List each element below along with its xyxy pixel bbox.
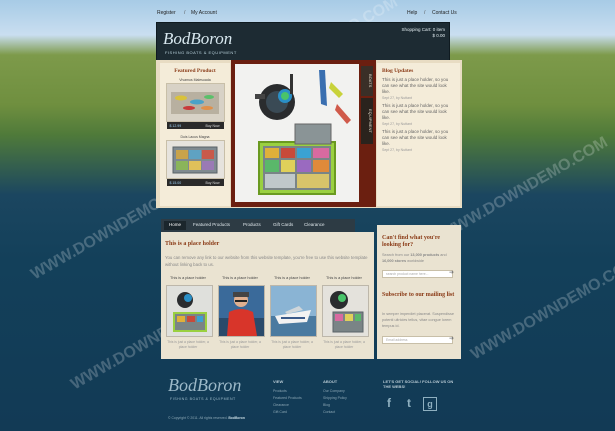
footer-about-heading: ABOUT: [323, 379, 338, 384]
card-image-tackle[interactable]: [166, 285, 213, 337]
footer-view-heading: VIEW: [273, 379, 284, 384]
copyright-link[interactable]: BodBoron: [228, 416, 245, 420]
subscribe-description: In semper imperdiet placerat. Suspendiss…: [382, 312, 454, 328]
contact-link[interactable]: Contact Us: [432, 10, 457, 16]
footer-social-heading: LET'S GET SOCIAL! FOLLOW US ON THE WEBS!: [383, 379, 454, 389]
card-image-fisherman[interactable]: [218, 285, 265, 337]
nav-item-products[interactable]: Products: [243, 222, 261, 227]
search-submit-icon[interactable]: ➜: [448, 270, 455, 277]
footer-link[interactable]: Products: [273, 389, 287, 393]
search-text: worldwide: [407, 259, 425, 263]
site-header: BodBoron FISHING BOATS & EQUIPMENT Shopp…: [156, 22, 450, 62]
google-plus-icon[interactable]: g: [423, 397, 437, 411]
footer-link[interactable]: Contact: [323, 410, 335, 414]
product-price-bar: $ 15.00 Buy Now: [166, 179, 224, 186]
card-caption: This is a place holder: [170, 276, 206, 280]
buy-now-button[interactable]: Buy Now: [205, 181, 219, 185]
facebook-icon[interactable]: f: [383, 397, 395, 409]
blog-post-meta: Sept 27, by Nuttant: [382, 148, 412, 152]
main-text: You can remove any link to our website f…: [165, 255, 368, 267]
blog-updates: Blog Updates This is just a place holder…: [377, 63, 460, 206]
product-image-lures[interactable]: [165, 83, 225, 122]
cart-total: $ 0.00: [432, 33, 445, 38]
product-price-bar: $ 12.99 Buy Now: [166, 122, 224, 129]
copyright: © Copyright © 2011. All rights reserved.…: [168, 416, 245, 420]
sidebar: Can't find what you're looking for? Sear…: [377, 225, 461, 359]
search-description: Search from our 13,000 products and 16,0…: [382, 252, 456, 264]
buy-now-button[interactable]: Buy Now: [205, 124, 219, 128]
fishing-gear-image: [235, 64, 359, 202]
card-footer: This is just a place holder, a place hol…: [323, 340, 365, 349]
product-price: $ 15.00: [169, 180, 182, 185]
lures-image: [166, 84, 224, 121]
footer-link[interactable]: Featured Products: [273, 396, 302, 400]
copyright-text: © Copyright © 2011. All rights reserved.: [168, 416, 228, 420]
card-footer: This is just a place holder, a place hol…: [219, 340, 261, 349]
product-price: $ 12.99: [169, 123, 182, 128]
watermark: WWW.DOWNDEMO.COM: [438, 133, 611, 244]
search-text: Search from our: [382, 253, 410, 257]
card-image-reel[interactable]: [322, 285, 369, 337]
register-link[interactable]: Register: [157, 10, 176, 16]
card-caption: This is a place holder: [326, 276, 362, 280]
site-logo[interactable]: BodBoron: [163, 29, 232, 49]
blog-post-meta: Sept 27, by Nuttant: [382, 122, 412, 126]
nav-item-clearance[interactable]: Clearance: [304, 222, 325, 227]
reel-image: [323, 286, 368, 336]
boat-image: [271, 286, 316, 336]
search-text-products: 13,000 products: [410, 253, 440, 257]
card-footer: This is just a place holder, a place hol…: [167, 340, 209, 349]
subscribe-title: Subscribe to our mailing list: [382, 292, 455, 298]
separator: /: [184, 10, 186, 16]
search-text: and: [440, 253, 447, 257]
footer-link[interactable]: Shipping Policy: [323, 396, 347, 400]
hero-image: [235, 64, 359, 202]
card-caption: This is a place holder: [274, 276, 310, 280]
main-title: This is a place holder: [165, 241, 220, 247]
footer-logo[interactable]: BodBoron: [168, 375, 241, 396]
search-input[interactable]: search product name here...: [382, 270, 453, 278]
tab-equipment[interactable]: EQUIPMENT: [361, 98, 373, 144]
product-name[interactable]: Vivamus Malesuada: [160, 78, 230, 82]
site-tagline: FISHING BOATS & EQUIPMENT: [165, 50, 237, 55]
footer-link[interactable]: Clearance: [273, 403, 289, 407]
card-image-boat[interactable]: [270, 285, 317, 337]
watermark: WWW.DOWNDEMO.COM: [468, 253, 615, 364]
tackle-image: [167, 286, 212, 336]
product-image-tackle[interactable]: [165, 140, 225, 179]
main-content: This is a place holder You can remove an…: [161, 232, 374, 359]
nav-item-home[interactable]: Home: [169, 222, 181, 227]
blog-post-text[interactable]: This is just a place holder, so you can …: [377, 77, 460, 95]
hero-slider: BOATS EQUIPMENT: [231, 60, 376, 207]
my-account-link[interactable]: My Account: [191, 10, 217, 16]
site-footer: BodBoron FISHING BOATS & EQUIPMENT VIEW …: [165, 375, 455, 425]
blog-post-text[interactable]: This is just a place holder, so you can …: [377, 129, 460, 147]
blog-post-meta: Sept 27, by Nuttant: [382, 96, 412, 100]
email-input[interactable]: Email address: [382, 336, 453, 344]
help-link[interactable]: Help: [407, 10, 417, 16]
card-caption: This is a place holder: [222, 276, 258, 280]
product-name[interactable]: Duis Lacus Magna: [160, 135, 230, 139]
search-text-stores: 16,000 stores: [382, 259, 407, 263]
separator: /: [424, 10, 426, 16]
subscribe-submit-icon[interactable]: ➜: [448, 336, 455, 343]
nav-item-gift-cards[interactable]: Gift Cards: [273, 222, 293, 227]
featured-title: Featured Product: [174, 68, 216, 74]
tab-boats[interactable]: BOATS: [361, 66, 373, 96]
shopping-cart[interactable]: Shopping Cart: 0 item $ 0.00: [401, 27, 445, 39]
footer-link[interactable]: Our Company: [323, 389, 345, 393]
nav-item-featured-products[interactable]: Featured Products: [193, 222, 230, 227]
tackle-image: [166, 141, 224, 178]
footer-tagline: FISHING BOATS & EQUIPMENT: [170, 397, 236, 401]
featured-products: Featured Product Vivamus Malesuada $ 12.…: [160, 63, 230, 206]
footer-link[interactable]: Gift Card: [273, 410, 287, 414]
fisherman-image: [219, 286, 264, 336]
blog-post-text[interactable]: This is just a place holder, so you can …: [377, 103, 460, 121]
search-title: Can't find what you're looking for?: [382, 235, 441, 248]
blog-title: Blog Updates: [382, 68, 414, 74]
footer-link[interactable]: Blog: [323, 403, 330, 407]
twitter-icon[interactable]: t: [403, 397, 415, 409]
card-footer: This is just a place holder, a place hol…: [271, 340, 313, 349]
